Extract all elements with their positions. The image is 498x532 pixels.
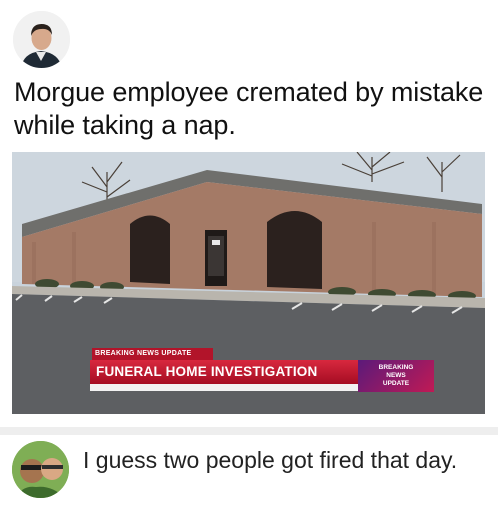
breaking-news-badge: BREAKING NEWS UPDATE: [358, 360, 434, 392]
author-avatar[interactable]: [13, 11, 70, 68]
chyron-strip: [90, 384, 358, 391]
badge-line-1: BREAKING: [378, 364, 414, 371]
post-caption: Morgue employee cremated by mistake whil…: [14, 77, 484, 140]
news-headline: FUNERAL HOME INVESTIGATION: [90, 360, 358, 384]
meme-post: Morgue employee cremated by mistake whil…: [0, 0, 498, 532]
comment-text: I guess two people got fired that day.: [83, 447, 458, 473]
badge-line-3: UPDATE: [382, 380, 410, 387]
badge-line-2: NEWS: [386, 372, 406, 379]
news-kicker: BREAKING NEWS UPDATE: [92, 348, 213, 360]
commenter-avatar[interactable]: [12, 441, 69, 498]
section-divider: [0, 427, 498, 435]
